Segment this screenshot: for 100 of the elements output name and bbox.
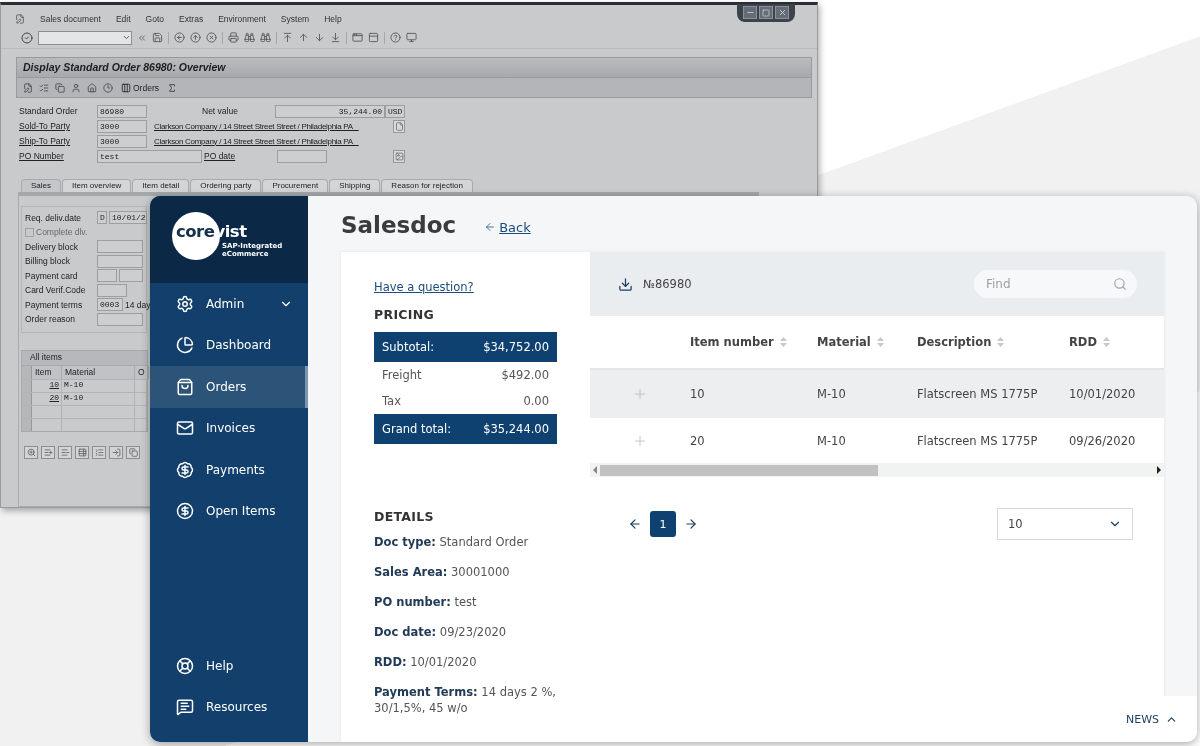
tab[interactable]: Shipping [329,179,381,192]
back-link[interactable]: Back [484,219,531,235]
nav-item[interactable]: Resources [150,686,308,728]
tab[interactable]: Procurement [262,179,329,192]
column-header[interactable]: Material [817,335,871,349]
menu-item[interactable]: Goto [145,14,165,24]
order-number-field[interactable]: 86980 [97,104,147,118]
page-button[interactable]: 1 [650,511,676,537]
caret-icon[interactable] [122,33,131,42]
input-field[interactable] [97,312,143,326]
columns-icon[interactable] [121,82,131,93]
house-icon[interactable] [87,82,97,93]
party-address-link[interactable]: Clarkson Company / 14 Street Street Street / Philadelphia PA _ [154,121,359,131]
tab[interactable]: Reason for rejection [381,179,473,192]
menu-item[interactable]: Environment [218,14,266,24]
binoculars-icon[interactable] [260,32,271,43]
sort-icon[interactable] [779,336,787,348]
column-header[interactable]: Material [62,366,135,379]
clock-icon[interactable] [103,82,113,93]
tab[interactable]: Ordering party [190,179,262,192]
column-header[interactable]: Description [917,335,992,349]
currency-field[interactable]: USD [385,104,405,118]
column-header[interactable]: O [135,366,149,379]
arrow-left-icon[interactable] [484,221,497,233]
check-circle-icon[interactable] [21,31,33,44]
table-row[interactable]: 10 M-10 Flatscreen MS 1775P 10/01/2020 [590,370,1164,418]
input-field[interactable] [119,269,143,283]
menu-item[interactable]: Edit [115,14,131,24]
monitor-icon[interactable] [406,32,417,43]
table-cell[interactable]: 10 [32,380,62,392]
code-field[interactable]: 0003 [97,298,123,312]
menu-item[interactable]: Help [324,14,342,24]
nav-item[interactable]: Orders [150,366,308,408]
menu-item[interactable]: System [280,14,310,24]
nav-item[interactable]: Help [150,645,308,687]
menu-item[interactable]: Sales document [40,14,101,24]
save-icon[interactable] [152,32,163,43]
print-icon[interactable] [228,32,239,43]
download-icon[interactable] [618,276,633,292]
page-size-select[interactable]: 10 [997,508,1133,540]
checklist-icon[interactable] [39,82,49,93]
first-page-icon[interactable] [282,32,293,43]
last-page-icon[interactable] [330,32,341,43]
previous-page-icon[interactable] [628,517,642,531]
scrollbar[interactable] [590,463,1164,477]
input-field[interactable] [97,269,117,283]
sort-icon[interactable] [876,336,884,348]
next-page-icon[interactable] [684,517,698,531]
net-value-field[interactable]: 35,244.00 [275,104,385,118]
nav-item[interactable]: Payments [150,449,308,491]
tab[interactable]: Item detail [132,179,190,192]
document-edit-icon[interactable] [23,82,33,93]
field-label[interactable]: PO Number [19,151,97,161]
sort-icon[interactable] [997,336,1005,348]
party-number-field[interactable]: 3000 [97,119,147,133]
menu-item[interactable]: Extras [179,14,204,24]
field-label[interactable]: PO date [204,151,277,161]
news-button[interactable]: NEWS [1107,696,1197,742]
column-header[interactable]: Item [32,366,62,379]
field-label[interactable]: Ship-To Party [19,136,97,146]
cancel-icon[interactable] [206,32,217,43]
sigma-icon[interactable] [167,82,177,93]
po-number-field[interactable]: test [97,149,202,163]
shopping-bag-icon [176,377,194,396]
double-chevron-icon[interactable] [137,32,147,43]
help-icon[interactable] [390,32,401,43]
arrow-circle-icon[interactable] [174,32,185,43]
nav-item[interactable]: Dashboard [150,324,308,366]
panel-icon[interactable] [368,32,379,43]
question-link[interactable]: Have a question? [374,280,474,294]
party-address-link[interactable]: Clarkson Company / 14 Street Street Street / Philadelphia PA _ [154,136,359,146]
nav-item[interactable]: Admin [150,283,308,325]
arrow-circle-icon[interactable] [190,32,201,43]
column-header[interactable]: Item number [690,335,774,349]
code-field[interactable]: D [97,211,107,225]
field-label[interactable]: Sold-To Party [19,121,97,131]
search-icon[interactable] [1113,277,1127,291]
copy-icon[interactable] [55,82,65,93]
menu-icon[interactable] [15,14,25,24]
date-field[interactable]: 10/01/2 [109,211,147,225]
sort-icon[interactable] [1102,336,1110,348]
input-field[interactable] [97,283,127,297]
command-field[interactable] [38,30,132,45]
nav-item[interactable]: Invoices [150,407,308,449]
dollar-circle-icon [176,502,194,521]
input-field[interactable] [97,240,143,254]
search-field[interactable]: Find [974,270,1137,298]
column-header[interactable]: RDD [1069,335,1097,349]
po-date-field[interactable] [277,149,327,163]
input-field[interactable] [97,254,143,268]
table-cell[interactable]: 20 [32,393,62,405]
window-icon[interactable] [352,32,363,43]
nav-item[interactable]: Open Items [150,490,308,532]
tab[interactable]: Sales [21,179,61,192]
tab[interactable]: Item overview [62,179,132,192]
binoculars-icon[interactable] [244,32,255,43]
party-number-field[interactable]: 3000 [97,134,147,148]
search-input[interactable]: Find [984,276,1113,292]
orders-button[interactable]: Orders [119,82,161,93]
person-icon[interactable] [71,82,81,93]
